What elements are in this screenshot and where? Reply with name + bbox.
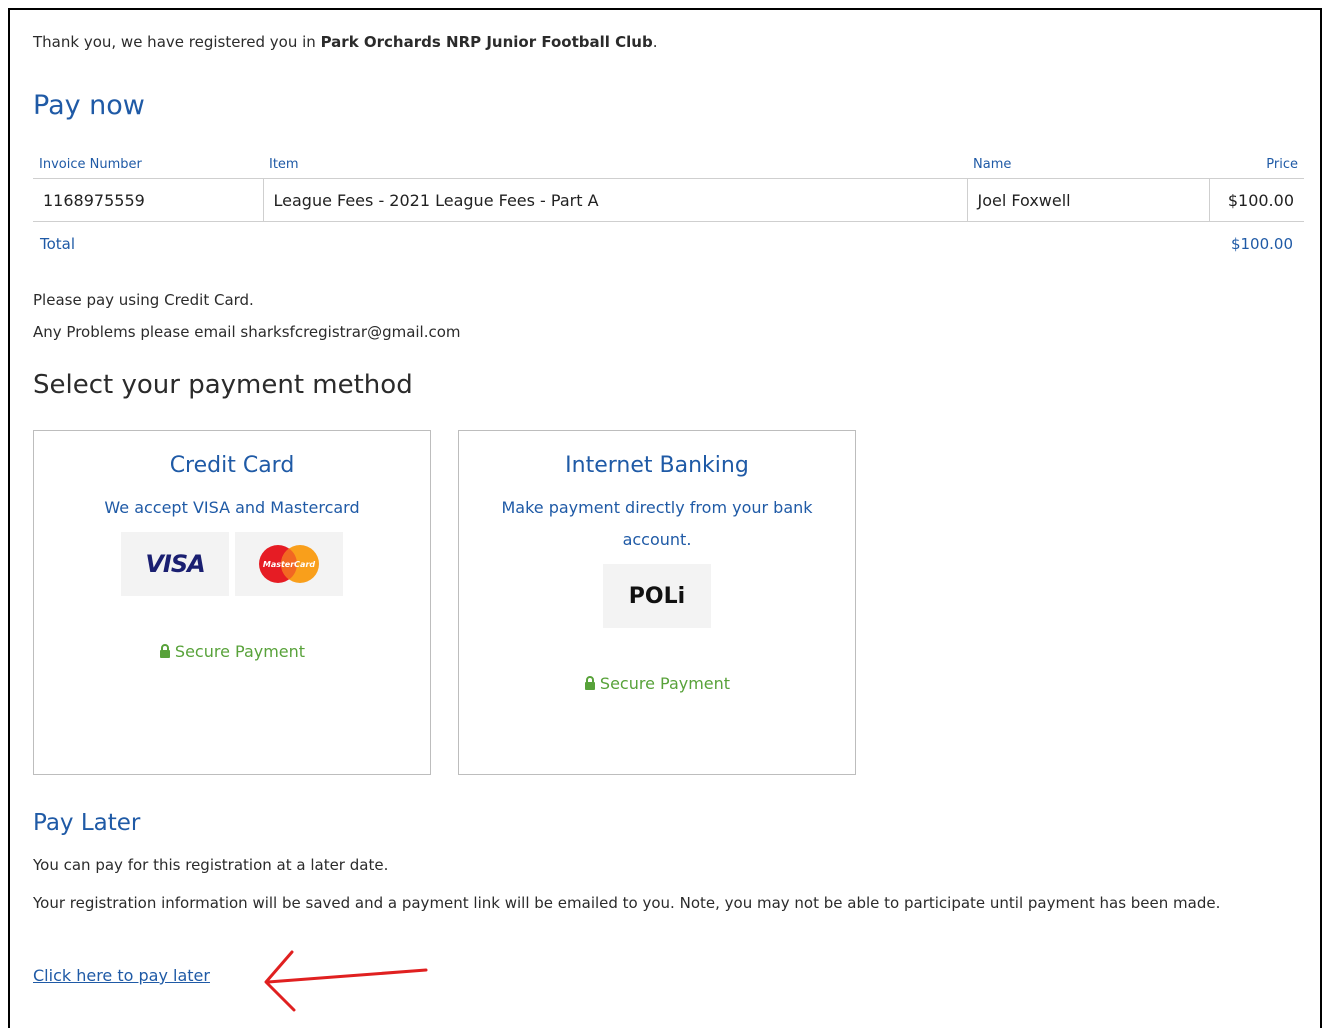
confirmation-suffix: . — [652, 33, 658, 51]
card-logos: VISA MasterCard — [34, 532, 430, 596]
visa-logo: VISA — [121, 532, 229, 596]
poli-logo: POLi — [603, 564, 711, 628]
column-item: Item — [263, 152, 967, 179]
credit-card-option[interactable]: Credit Card We accept VISA and Mastercar… — [33, 430, 431, 775]
invoice-table: Invoice Number Item Name Price 116897555… — [33, 152, 1304, 222]
column-name: Name — [967, 152, 1209, 179]
name-cell: Joel Foxwell — [967, 178, 1210, 222]
pay-later-link[interactable]: Click here to pay later — [33, 966, 210, 985]
mastercard-logo: MasterCard — [235, 532, 343, 596]
support-email-text: Any Problems please email sharksfcregist… — [33, 323, 461, 341]
pay-now-heading: Pay now — [33, 90, 145, 121]
mastercard-icon: MasterCard — [259, 545, 319, 583]
table-row: 1168975559 League Fees - 2021 League Fee… — [33, 178, 1304, 222]
pay-later-note: Your registration information will be sa… — [33, 894, 1221, 912]
secure-payment-label: Secure Payment — [599, 674, 731, 693]
visa-logo-text: VISA — [145, 550, 205, 578]
total-label: Total — [40, 235, 76, 253]
payment-instruction: Please pay using Credit Card. — [33, 291, 254, 309]
credit-card-secure-badge: Secure Payment — [34, 642, 430, 661]
invoice-number-cell: 1168975559 — [33, 178, 264, 222]
internet-banking-secure-badge: Secure Payment — [459, 674, 855, 693]
internet-banking-option[interactable]: Internet Banking Make payment directly f… — [458, 430, 856, 775]
lock-icon — [159, 644, 170, 658]
invoice-table-header: Invoice Number Item Name Price — [33, 152, 1304, 179]
mastercard-logo-text: MasterCard — [263, 560, 316, 569]
lock-icon — [584, 676, 595, 690]
secure-payment-label: Secure Payment — [174, 642, 306, 661]
pay-later-heading: Pay Later — [33, 810, 141, 836]
red-arrow-annotation-icon — [264, 950, 428, 1012]
item-cell: League Fees - 2021 League Fees - Part A — [263, 178, 968, 222]
credit-card-description: We accept VISA and Mastercard — [104, 498, 360, 517]
column-price: Price — [1209, 152, 1304, 179]
registration-confirmation: Thank you, we have registered you in Par… — [33, 33, 657, 51]
confirmation-prefix: Thank you, we have registered you in — [33, 33, 321, 51]
internet-banking-description: Make payment directly from your bank acc… — [501, 498, 813, 549]
credit-card-title: Credit Card — [169, 453, 295, 478]
poli-logo-text: POLi — [628, 583, 686, 609]
payment-method-heading: Select your payment method — [33, 370, 413, 400]
total-value: $100.00 — [1230, 235, 1293, 253]
column-invoice-number: Invoice Number — [33, 152, 263, 179]
pay-later-description: You can pay for this registration at a l… — [33, 856, 389, 874]
internet-banking-title: Internet Banking — [565, 453, 749, 478]
club-name: Park Orchards NRP Junior Football Club — [320, 33, 653, 51]
bank-logos: POLi — [459, 564, 855, 628]
price-cell: $100.00 — [1209, 178, 1304, 222]
